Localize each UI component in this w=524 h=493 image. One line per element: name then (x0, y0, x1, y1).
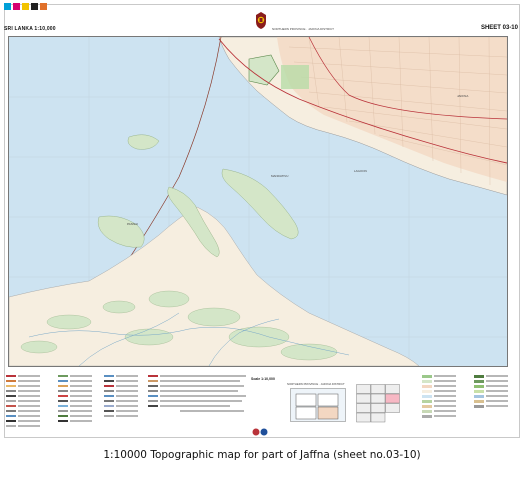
yellow-swatch (22, 3, 29, 10)
legend-notes (180, 374, 250, 414)
park-area (281, 65, 309, 89)
legend-column-boundaries (148, 374, 182, 409)
survey-logos (252, 428, 268, 436)
sheet-index-grid (356, 384, 416, 429)
figure-caption: 1:10000 Topographic map for part of Jaff… (103, 449, 421, 461)
map-series-title: SRI LANKA 1:10,000 (4, 26, 56, 32)
map-canvas[interactable]: MANDATIVU LAGOON JAFFNA PANNAI (9, 37, 507, 366)
map-label-lagoon: LAGOON (354, 169, 367, 173)
location-label: NORTHERN PROVINCE · JAFFNA DISTRICT (287, 382, 345, 386)
scale-label: Scale 1:10,000 (251, 377, 275, 381)
sheet-number: SHEET 03-10 (480, 25, 518, 31)
region-label: NORTHERN PROVINCE · JAFFNA DISTRICT (272, 27, 334, 31)
legend-column-landcover (422, 374, 456, 419)
map-label-pannai: PANNAI (127, 222, 138, 226)
orange-swatch (40, 3, 47, 10)
survey-department-emblem (256, 12, 266, 29)
legend-column-features (58, 374, 92, 424)
magenta-swatch (13, 3, 20, 10)
map-legend (4, 372, 516, 436)
legend-column-symbols (104, 374, 138, 419)
map-frame[interactable]: MANDATIVU LAGOON JAFFNA PANNAI (8, 36, 508, 367)
color-control-swatches (4, 3, 47, 10)
cyan-swatch (4, 3, 11, 10)
legend-column-roads (6, 374, 40, 429)
black-swatch (31, 3, 38, 10)
location-diagram (290, 388, 346, 427)
map-label-mandativu: MANDATIVU (271, 174, 288, 178)
map-label-jaffna: JAFFNA (457, 94, 468, 98)
legend-column-vegetation (474, 374, 508, 409)
